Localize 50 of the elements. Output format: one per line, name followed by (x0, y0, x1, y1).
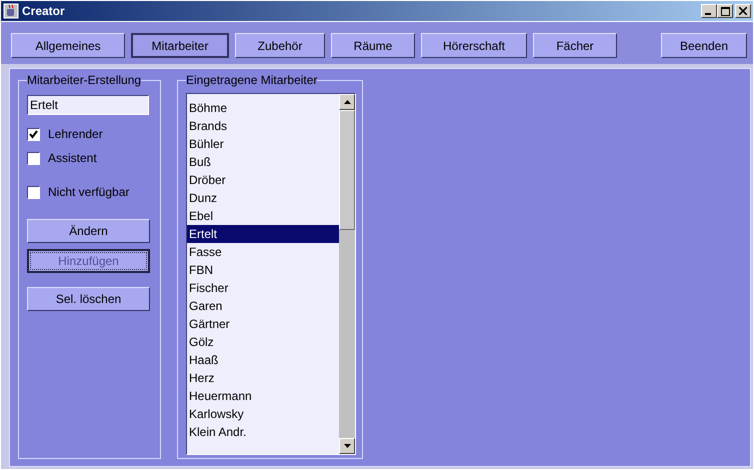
action-button[interactable]: Ändern (27, 219, 150, 243)
list-item[interactable]: Haaß (187, 351, 339, 369)
tab[interactable]: Zubehör (235, 33, 325, 58)
list-item[interactable]: Brands (187, 117, 339, 135)
list-item[interactable]: Ebel (187, 207, 339, 225)
list-item[interactable]: Gölz (187, 333, 339, 351)
up-arrow-icon (344, 100, 350, 104)
list-item[interactable]: Garen (187, 297, 339, 315)
checkbox[interactable] (27, 128, 40, 140)
checkbox[interactable] (27, 152, 40, 164)
checkbox[interactable] (27, 186, 40, 198)
checkbox-label: Lehrender (48, 127, 103, 141)
list-item[interactable]: Dunz (187, 189, 339, 207)
tab[interactable]: Räume (331, 33, 415, 58)
list-item[interactable]: FBN (187, 261, 339, 279)
list-item[interactable]: Klein Andr. (187, 423, 339, 441)
group-title: Mitarbeiter-Erstellung (27, 73, 142, 87)
scroll-thumb[interactable] (339, 110, 355, 230)
list-item[interactable]: Karlowsky (187, 405, 339, 423)
list-item[interactable]: Fasse (187, 243, 339, 261)
group-title: Eingetragene Mitarbeiter (186, 73, 318, 87)
close-icon (739, 7, 747, 15)
tab[interactable]: Mitarbeiter (131, 33, 229, 58)
checkbox-label: Nicht verfügbar (48, 185, 130, 199)
list-item[interactable]: Gärtner (187, 315, 339, 333)
down-arrow-icon (344, 444, 350, 448)
scroll-up-button[interactable] (339, 94, 355, 110)
action-button[interactable]: Sel. löschen (27, 287, 150, 311)
checkbox-label: Assistent (48, 151, 97, 165)
scrollbar[interactable] (339, 94, 355, 454)
cup-icon (3, 3, 19, 19)
maximize-button[interactable] (717, 4, 733, 18)
list-item[interactable]: Dröber (187, 171, 339, 189)
tab[interactable]: Fächer (533, 33, 617, 58)
maximize-icon (720, 6, 730, 16)
window-title: Creator (22, 4, 65, 18)
list-item[interactable]: Ertelt (187, 225, 339, 243)
close-button[interactable] (735, 4, 751, 18)
list-item[interactable]: Buß (187, 153, 339, 171)
name-field[interactable]: Ertelt (27, 95, 149, 115)
tab[interactable]: Hörerschaft (421, 33, 527, 58)
list-item[interactable]: Böhme (187, 99, 339, 117)
list-item[interactable]: Herz (187, 369, 339, 387)
list-item[interactable]: Bühler (187, 135, 339, 153)
list-item[interactable]: Fischer (187, 279, 339, 297)
list-item[interactable]: Heuermann (187, 387, 339, 405)
tab[interactable]: Allgemeines (11, 33, 125, 58)
minimize-button[interactable] (701, 4, 717, 18)
scroll-down-button[interactable] (339, 438, 355, 454)
exit-button[interactable]: Beenden (661, 33, 747, 58)
